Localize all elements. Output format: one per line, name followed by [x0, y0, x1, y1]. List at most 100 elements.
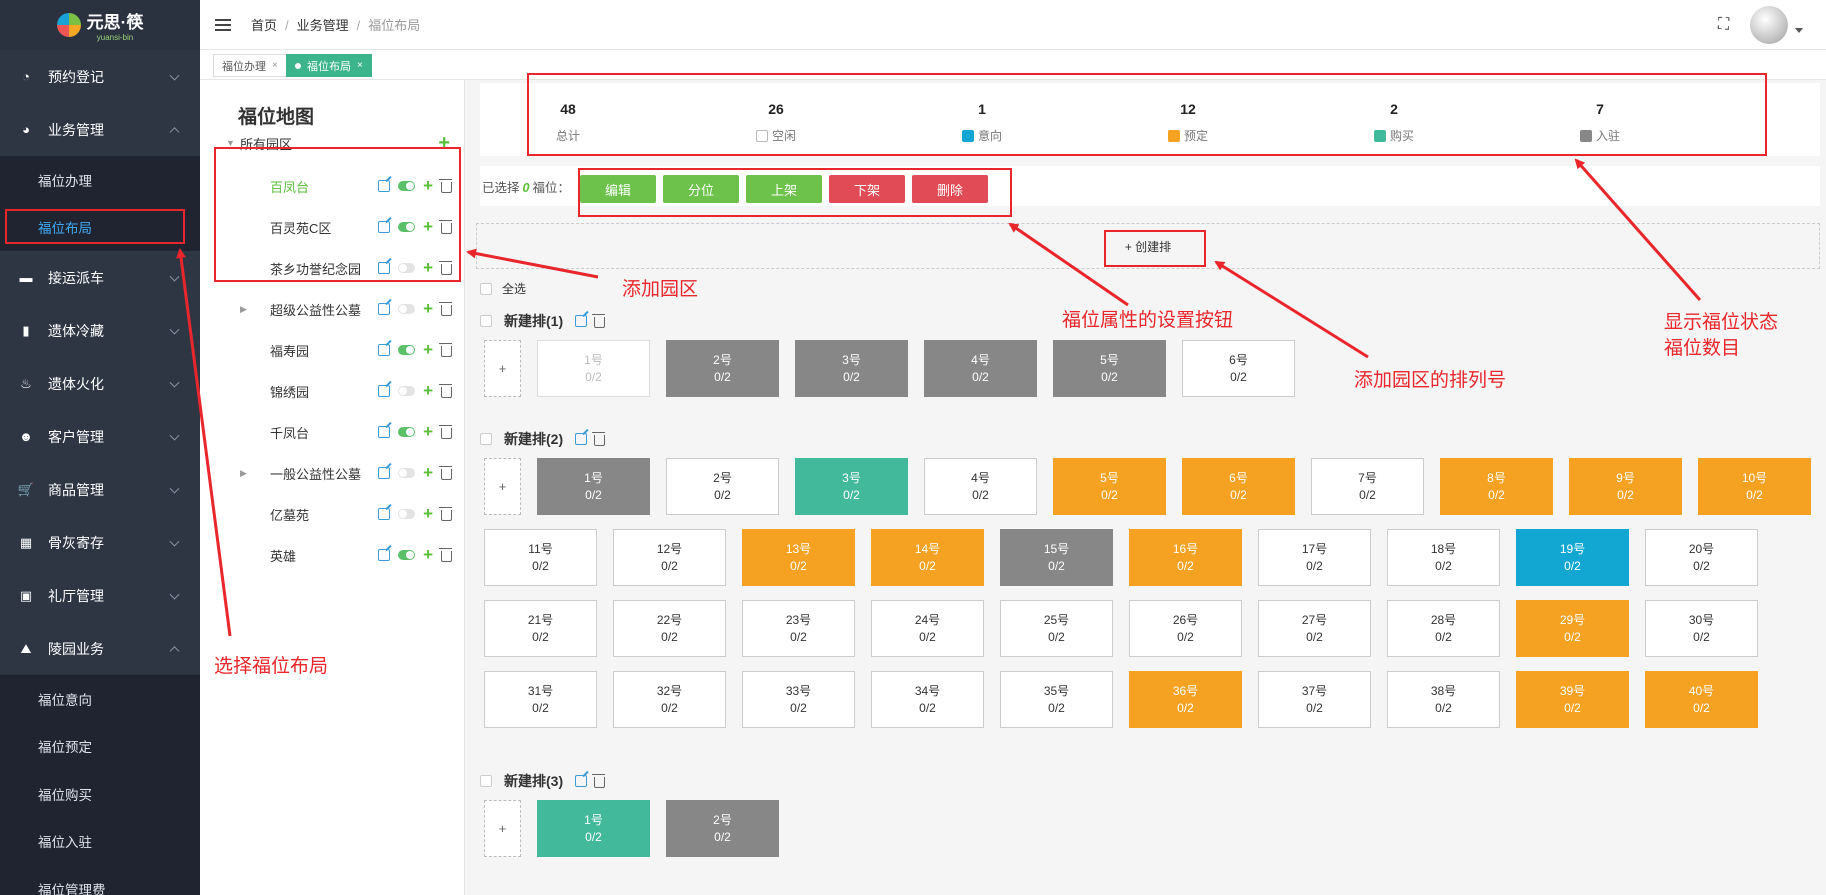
plot-tile[interactable]: 5号 0/2	[1053, 340, 1166, 397]
sidebar-subitem[interactable]: 福位布局	[0, 204, 200, 252]
select-all[interactable]: 全选	[480, 280, 526, 297]
fullscreen-icon[interactable]: ⛶	[1718, 17, 1734, 33]
plot-tile[interactable]: 15号 0/2	[1000, 529, 1113, 586]
tree-root-node[interactable]: ▼ 所有园区 +	[212, 128, 452, 158]
plot-tile[interactable]: 4号 0/2	[924, 458, 1037, 515]
app-logo[interactable]: 元思·筷 yuansi-bin	[0, 0, 200, 50]
enable-toggle[interactable]	[398, 181, 416, 191]
enable-toggle[interactable]	[398, 427, 416, 437]
enable-toggle[interactable]	[398, 468, 416, 478]
enable-toggle[interactable]	[398, 345, 416, 355]
plot-tile[interactable]: 12号 0/2	[613, 529, 726, 586]
edit-icon[interactable]	[378, 467, 391, 479]
plot-tile[interactable]: 27号 0/2	[1258, 600, 1371, 657]
plot-tile[interactable]: 14号 0/2	[871, 529, 984, 586]
row-checkbox[interactable]	[480, 315, 492, 327]
edit-icon[interactable]	[378, 344, 391, 356]
tree-node-park[interactable]: 千凤台 +	[212, 409, 452, 455]
plot-tile[interactable]: 6号 0/2	[1182, 340, 1295, 397]
enable-toggle[interactable]	[398, 263, 416, 273]
sidebar-item[interactable]: ◔ 预约登记	[0, 50, 200, 103]
add-icon[interactable]: +	[423, 177, 433, 194]
select-all-checkbox[interactable]	[480, 282, 492, 295]
menu-toggle-icon[interactable]	[215, 18, 231, 31]
row-checkbox[interactable]	[480, 775, 492, 787]
plot-tile[interactable]: 24号 0/2	[871, 600, 984, 657]
chevron-down-icon[interactable]	[1795, 28, 1803, 33]
plot-tile[interactable]: 16号 0/2	[1129, 529, 1242, 586]
plot-tile[interactable]: 13号 0/2	[742, 529, 855, 586]
plot-tile[interactable]: 2号 0/2	[666, 800, 779, 857]
caret-right-icon[interactable]: ▶	[240, 304, 247, 315]
tree-node-park[interactable]: 茶乡功誉纪念园 +	[212, 245, 452, 291]
trash-icon[interactable]	[592, 773, 606, 788]
sidebar-subitem[interactable]: 福位管理费	[0, 865, 200, 895]
enable-toggle[interactable]	[398, 550, 416, 560]
plot-tile[interactable]: 18号 0/2	[1387, 529, 1500, 586]
plot-tile[interactable]: 40号 0/2	[1645, 671, 1758, 728]
plot-tile[interactable]: 26号 0/2	[1129, 600, 1242, 657]
sidebar-item[interactable]: ⛰ 陵园业务	[0, 622, 200, 675]
sidebar-item[interactable]: ▦ 骨灰寄存	[0, 516, 200, 569]
avatar[interactable]	[1750, 6, 1788, 44]
plot-tile[interactable]: 3号 0/2	[795, 340, 908, 397]
trash-icon[interactable]	[439, 424, 452, 439]
plot-tile[interactable]: 2号 0/2	[666, 458, 779, 515]
tree-node-park[interactable]: 亿墓苑 +	[212, 491, 452, 537]
add-icon[interactable]: +	[423, 546, 433, 563]
edit-icon[interactable]	[378, 303, 391, 315]
plot-tile[interactable]: 37号 0/2	[1258, 671, 1371, 728]
tree-node-park[interactable]: 英雄 +	[212, 532, 452, 578]
action-button[interactable]: 编辑	[580, 175, 656, 203]
plot-tile[interactable]: 30号 0/2	[1645, 600, 1758, 657]
sidebar-item[interactable]: ☻ 客户管理	[0, 410, 200, 463]
plot-tile[interactable]: 10号 0/2	[1698, 458, 1811, 515]
sidebar-item[interactable]: 🛒 商品管理	[0, 463, 200, 516]
add-icon[interactable]: +	[423, 259, 433, 276]
plot-tile[interactable]: 36号 0/2	[1129, 671, 1242, 728]
edit-icon[interactable]	[575, 775, 588, 787]
plot-tile[interactable]: 1号 0/2	[537, 458, 650, 515]
close-icon[interactable]: ×	[357, 60, 363, 71]
caret-right-icon[interactable]: ▶	[240, 468, 247, 479]
add-park-icon[interactable]: +	[438, 133, 450, 153]
sidebar-subitem[interactable]: 福位意向	[0, 675, 200, 723]
add-icon[interactable]: +	[423, 300, 433, 317]
add-tile-button[interactable]: +	[484, 458, 521, 515]
sidebar-item[interactable]: ▮ 遗体冷藏	[0, 304, 200, 357]
trash-icon[interactable]	[439, 547, 452, 562]
plot-tile[interactable]: 2号 0/2	[666, 340, 779, 397]
add-tile-button[interactable]: +	[484, 340, 521, 397]
plot-tile[interactable]: 21号 0/2	[484, 600, 597, 657]
plot-tile[interactable]: 11号 0/2	[484, 529, 597, 586]
create-row-button[interactable]: + 创建排	[476, 223, 1820, 269]
edit-icon[interactable]	[575, 315, 588, 327]
tree-node-park[interactable]: ▶ 超级公益性公墓 +	[212, 286, 452, 332]
plot-tile[interactable]: 8号 0/2	[1440, 458, 1553, 515]
trash-icon[interactable]	[592, 431, 606, 446]
tree-node-park[interactable]: 百凤台 +	[212, 163, 452, 209]
breadcrumb-business[interactable]: 业务管理	[297, 18, 349, 33]
add-tile-button[interactable]: +	[484, 800, 521, 857]
sidebar-item[interactable]: ♨ 遗体火化	[0, 357, 200, 410]
plot-tile[interactable]: 19号 0/2	[1516, 529, 1629, 586]
sidebar-subitem[interactable]: 福位办理	[0, 156, 200, 204]
plot-tile[interactable]: 1号 0/2	[537, 340, 650, 397]
edit-icon[interactable]	[378, 508, 391, 520]
plot-tile[interactable]: 17号 0/2	[1258, 529, 1371, 586]
plot-tile[interactable]: 29号 0/2	[1516, 600, 1629, 657]
edit-icon[interactable]	[575, 433, 588, 445]
plot-tile[interactable]: 5号 0/2	[1053, 458, 1166, 515]
add-icon[interactable]: +	[423, 218, 433, 235]
edit-icon[interactable]	[378, 262, 391, 274]
add-icon[interactable]: +	[423, 423, 433, 440]
action-button[interactable]: 删除	[912, 175, 988, 203]
tab-fuwei-buju[interactable]: 福位布局 ×	[286, 54, 372, 77]
trash-icon[interactable]	[439, 301, 452, 316]
trash-icon[interactable]	[439, 178, 452, 193]
add-icon[interactable]: +	[423, 505, 433, 522]
plot-tile[interactable]: 1号 0/2	[537, 800, 650, 857]
trash-icon[interactable]	[592, 313, 606, 328]
plot-tile[interactable]: 33号 0/2	[742, 671, 855, 728]
sidebar-item[interactable]: ◕ 业务管理	[0, 103, 200, 156]
